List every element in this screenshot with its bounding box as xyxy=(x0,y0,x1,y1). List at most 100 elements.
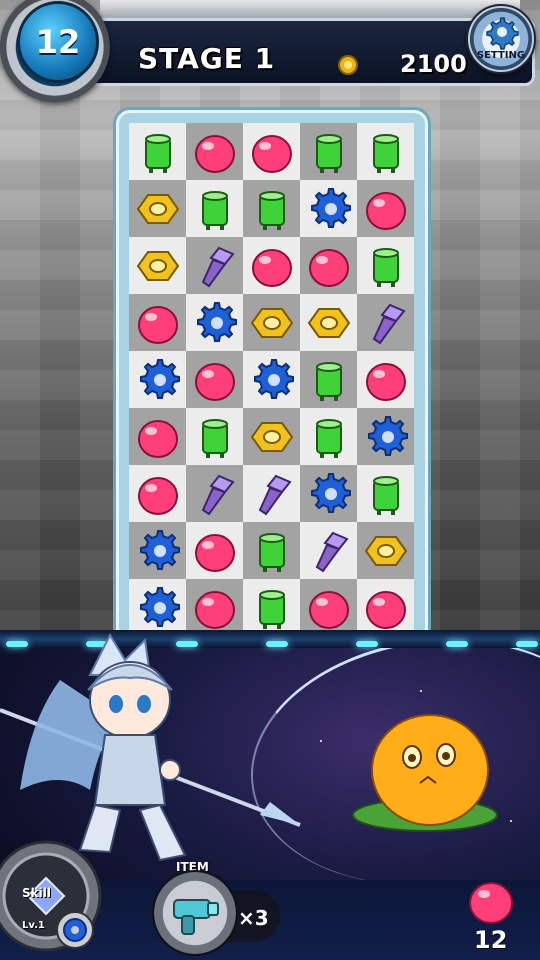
board-cell[interactable] xyxy=(186,180,243,237)
purple-screw-piece[interactable] xyxy=(191,242,239,290)
board-cell[interactable] xyxy=(300,408,357,465)
green-cylinder-piece[interactable] xyxy=(191,185,239,233)
green-cylinder-piece[interactable] xyxy=(305,128,353,176)
board-cell[interactable] xyxy=(129,123,186,180)
board-cell[interactable] xyxy=(300,522,357,579)
yellow-nut-piece[interactable] xyxy=(362,527,410,575)
board-cell[interactable] xyxy=(186,522,243,579)
yellow-nut-piece[interactable] xyxy=(134,242,182,290)
board-cell[interactable] xyxy=(357,522,414,579)
board-cell[interactable] xyxy=(300,351,357,408)
setting-label: SETTING xyxy=(476,50,526,61)
blaster-icon xyxy=(173,899,219,935)
skill-label: Skill xyxy=(22,886,51,900)
purple-screw-piece[interactable] xyxy=(248,470,296,518)
board-cell[interactable] xyxy=(300,465,357,522)
yellow-nut-piece[interactable] xyxy=(134,185,182,233)
green-cylinder-piece[interactable] xyxy=(134,128,182,176)
board-cell[interactable] xyxy=(300,237,357,294)
board-cell[interactable] xyxy=(186,294,243,351)
pink-gem-piece[interactable] xyxy=(305,242,353,290)
blue-gear-piece[interactable] xyxy=(362,413,410,461)
green-cylinder-piece[interactable] xyxy=(191,413,239,461)
board-cell[interactable] xyxy=(357,180,414,237)
pink-gem-piece[interactable] xyxy=(134,299,182,347)
purple-screw-piece[interactable] xyxy=(362,299,410,347)
blue-gear-piece[interactable] xyxy=(305,185,353,233)
green-cylinder-piece[interactable] xyxy=(305,413,353,461)
purple-screw-piece[interactable] xyxy=(305,527,353,575)
score-value: 2100 xyxy=(400,50,467,78)
board-cell[interactable] xyxy=(243,351,300,408)
green-cylinder-piece[interactable] xyxy=(248,527,296,575)
star xyxy=(420,690,422,692)
green-cylinder-piece[interactable] xyxy=(362,128,410,176)
blue-gear-piece[interactable] xyxy=(134,356,182,404)
board-cell[interactable] xyxy=(243,408,300,465)
board-cell[interactable] xyxy=(357,579,414,636)
board-cell[interactable] xyxy=(243,180,300,237)
board-cell[interactable] xyxy=(129,237,186,294)
board-cell[interactable] xyxy=(129,294,186,351)
puzzle-board xyxy=(116,110,428,646)
board-cell[interactable] xyxy=(357,123,414,180)
pink-gem-piece[interactable] xyxy=(362,356,410,404)
pink-gem-piece[interactable] xyxy=(191,356,239,404)
board-cell[interactable] xyxy=(186,123,243,180)
board-cell[interactable] xyxy=(129,465,186,522)
board-cell[interactable] xyxy=(243,465,300,522)
blue-gear-piece[interactable] xyxy=(191,299,239,347)
board-cell[interactable] xyxy=(243,522,300,579)
board-cell[interactable] xyxy=(357,237,414,294)
pink-gem-piece[interactable] xyxy=(362,584,410,632)
purple-screw-piece[interactable] xyxy=(191,470,239,518)
rail-light xyxy=(446,641,468,647)
green-cylinder-piece[interactable] xyxy=(362,242,410,290)
pink-gem-piece[interactable] xyxy=(305,584,353,632)
board-cell[interactable] xyxy=(243,294,300,351)
pink-gem-piece[interactable] xyxy=(362,185,410,233)
board-cell[interactable] xyxy=(243,237,300,294)
star xyxy=(320,740,322,742)
green-cylinder-piece[interactable] xyxy=(305,356,353,404)
board-cell[interactable] xyxy=(129,351,186,408)
board-cell[interactable] xyxy=(300,123,357,180)
pink-gem-piece[interactable] xyxy=(134,413,182,461)
pink-gem-piece[interactable] xyxy=(134,470,182,518)
board-cell[interactable] xyxy=(300,180,357,237)
yellow-nut-piece[interactable] xyxy=(305,299,353,347)
pink-gem-piece[interactable] xyxy=(191,527,239,575)
blue-gear-piece[interactable] xyxy=(248,356,296,404)
board-cell[interactable] xyxy=(129,408,186,465)
board-cell[interactable] xyxy=(357,294,414,351)
setting-button[interactable]: SETTING xyxy=(466,4,536,74)
board-cell[interactable] xyxy=(357,408,414,465)
green-cylinder-piece[interactable] xyxy=(362,470,410,518)
board-cell[interactable] xyxy=(186,465,243,522)
rail-light xyxy=(356,641,378,647)
blue-gear-piece[interactable] xyxy=(305,470,353,518)
pink-gem-piece[interactable] xyxy=(248,242,296,290)
board-cell[interactable] xyxy=(186,408,243,465)
blue-gear-piece[interactable] xyxy=(134,527,182,575)
hud-top-frame xyxy=(100,0,520,20)
puzzle-grid xyxy=(129,123,414,636)
board-cell[interactable] xyxy=(243,123,300,180)
board-cell[interactable] xyxy=(300,294,357,351)
board-cell[interactable] xyxy=(129,180,186,237)
item-button[interactable] xyxy=(152,870,238,956)
coin-icon xyxy=(338,55,358,75)
yellow-nut-piece[interactable] xyxy=(248,299,296,347)
board-cell[interactable] xyxy=(357,465,414,522)
green-cylinder-piece[interactable] xyxy=(248,185,296,233)
yellow-nut-piece[interactable] xyxy=(248,413,296,461)
item-count: ×3 xyxy=(238,906,269,930)
rail-light xyxy=(516,641,538,647)
pink-gem-piece[interactable] xyxy=(248,128,296,176)
board-cell[interactable] xyxy=(186,351,243,408)
board-cell[interactable] xyxy=(186,237,243,294)
pink-gem-piece[interactable] xyxy=(191,128,239,176)
board-cell[interactable] xyxy=(357,351,414,408)
gear-icon xyxy=(486,17,519,50)
board-cell[interactable] xyxy=(129,522,186,579)
